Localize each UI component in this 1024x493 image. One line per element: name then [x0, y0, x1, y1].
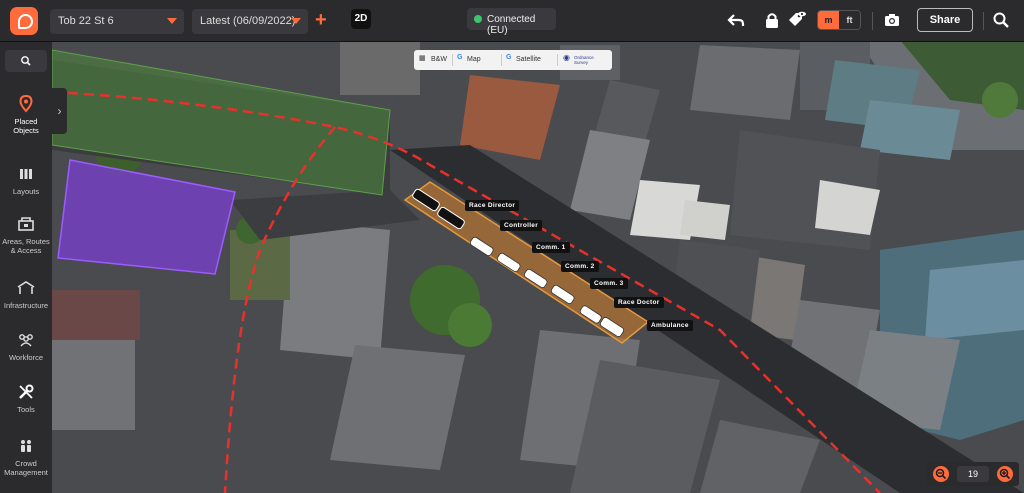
layer-map[interactable]: Map: [467, 56, 481, 63]
ordnance-survey-icon[interactable]: ◉: [563, 53, 570, 62]
sidebar-item-label: Layouts: [12, 187, 40, 196]
undo-icon[interactable]: [727, 11, 745, 29]
project-dropdown[interactable]: Tob 22 St 6: [50, 9, 184, 34]
divider: [452, 54, 453, 66]
app-logo-icon[interactable]: [10, 7, 38, 35]
version-name: Latest (06/09/2022): [200, 15, 296, 27]
vehicle-label-ambulance[interactable]: Ambulance: [647, 320, 693, 331]
add-icon[interactable]: +: [315, 9, 327, 31]
sidebar-item-label: Crowd: [15, 459, 37, 468]
satellite-imagery: [52, 42, 1024, 493]
zoom-out-button[interactable]: [933, 466, 949, 482]
location-pin-icon: [19, 94, 33, 113]
workforce-icon: [19, 334, 33, 347]
divider: [872, 12, 873, 30]
view-mode-button[interactable]: 2D: [351, 9, 371, 29]
vehicle-label-race-doctor[interactable]: Race Doctor: [614, 297, 664, 308]
sidebar-item-label: Infrastructure: [3, 301, 49, 310]
connection-status: Connected (EU): [467, 8, 556, 36]
sidebar-item-layouts[interactable]: Layouts: [0, 164, 52, 196]
project-name: Tob 22 St 6: [58, 15, 114, 27]
sidebar-item-label: & Access: [10, 246, 42, 255]
infrastructure-icon: [17, 281, 35, 294]
sidebar-item-areas[interactable]: Areas, Routes & Access: [0, 214, 52, 255]
divider: [501, 54, 502, 66]
sidebar-item-label: Tools: [17, 405, 35, 414]
google-satellite-icon[interactable]: G: [506, 54, 511, 61]
divider: [983, 12, 984, 30]
vehicle-label-controller[interactable]: Controller: [500, 220, 543, 231]
chevron-down-icon: [167, 18, 177, 24]
sidebar-item-placed-objects[interactable]: Placed Objects: [0, 94, 52, 135]
divider: [557, 54, 558, 66]
google-map-icon[interactable]: G: [457, 54, 462, 61]
lock-icon[interactable]: [763, 11, 781, 29]
sidebar-item-crowd-management[interactable]: Crowd Management: [0, 436, 52, 477]
share-button[interactable]: Share: [917, 8, 973, 32]
bw-layer-icon[interactable]: ▦: [419, 54, 426, 62]
sidebar-item-workforce[interactable]: Workforce: [0, 330, 52, 362]
sidebar-search-button[interactable]: [5, 50, 47, 72]
zoom-level[interactable]: 19: [957, 466, 989, 482]
zoom-in-icon: [999, 468, 1011, 480]
camera-icon[interactable]: [883, 11, 901, 29]
sidebar: Placed Objects Layouts Areas, Routes & A…: [0, 42, 52, 493]
connection-text: Connected (EU): [487, 14, 536, 36]
vehicle-label-comm-1[interactable]: Comm. 1: [532, 242, 570, 253]
search-icon[interactable]: [992, 11, 1010, 29]
map-layer-switcher: ▦ B&W G Map G Satellite ◉ Ordnance Surve…: [414, 50, 612, 70]
tag-visibility-icon[interactable]: [787, 11, 806, 29]
map-canvas[interactable]: ▦ B&W G Map G Satellite ◉ Ordnance Surve…: [52, 42, 1024, 493]
layouts-icon: [20, 169, 32, 179]
layer-bw[interactable]: B&W: [431, 56, 447, 63]
search-icon: [21, 56, 31, 66]
zoom-control: 19: [927, 462, 1019, 486]
units-toggle[interactable]: m ft: [817, 10, 861, 30]
zoom-in-button[interactable]: [997, 466, 1013, 482]
sidebar-item-tools[interactable]: Tools: [0, 382, 52, 414]
sidebar-item-label: Management: [4, 468, 48, 477]
tools-icon: [19, 384, 34, 399]
sidebar-item-label: Placed: [14, 117, 38, 126]
sidebar-item-infrastructure[interactable]: Infrastructure: [0, 278, 52, 310]
status-dot-icon: [474, 15, 482, 23]
layer-osm[interactable]: Ordnance Survey: [574, 55, 600, 65]
expand-panel-button[interactable]: ›: [52, 88, 67, 134]
sidebar-item-label: Objects: [13, 126, 39, 135]
sidebar-item-label: Workforce: [8, 353, 44, 362]
layer-satellite[interactable]: Satellite: [516, 56, 541, 63]
units-imperial[interactable]: ft: [839, 11, 860, 29]
sidebar-item-label: Areas, Routes: [2, 237, 50, 246]
vehicle-label-race-director[interactable]: Race Director: [465, 200, 520, 211]
top-bar: Tob 22 St 6 Latest (06/09/2022) + 2D Con…: [0, 0, 1024, 42]
zoom-out-icon: [935, 468, 947, 480]
version-dropdown[interactable]: Latest (06/09/2022): [192, 9, 308, 34]
chevron-down-icon: [291, 18, 301, 24]
vehicle-label-comm-3[interactable]: Comm. 3: [590, 278, 628, 289]
vehicle-label-comm-2[interactable]: Comm. 2: [561, 261, 599, 272]
areas-icon: [18, 217, 34, 231]
crowd-icon: [21, 440, 31, 452]
units-metric[interactable]: m: [818, 11, 839, 29]
